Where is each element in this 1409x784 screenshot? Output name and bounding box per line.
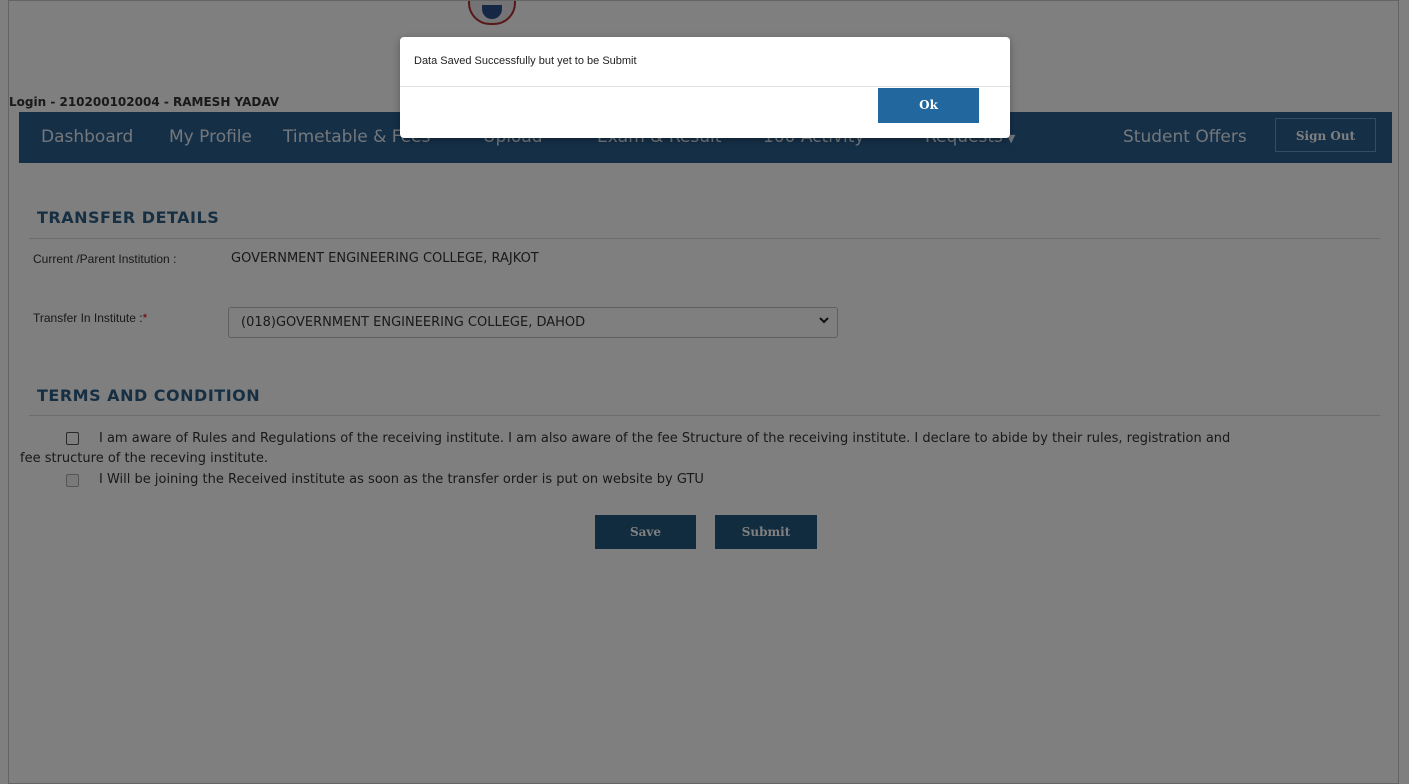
dialog-divider — [400, 86, 1010, 87]
alert-message: Data Saved Successfully but yet to be Su… — [414, 55, 637, 67]
alert-dialog: Data Saved Successfully but yet to be Su… — [400, 37, 1010, 138]
ok-button[interactable]: Ok — [878, 88, 979, 123]
